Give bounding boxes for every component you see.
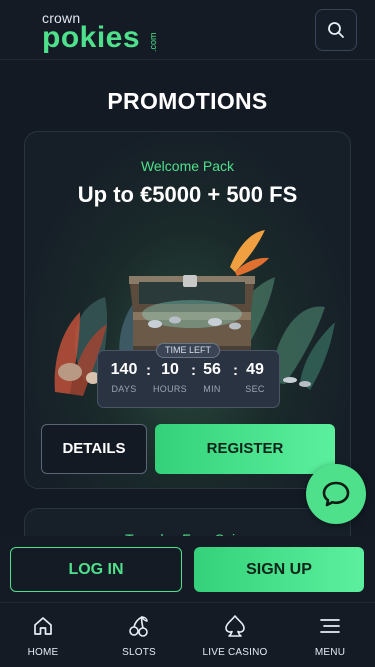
timer-sec: 49 SEC — [235, 361, 275, 394]
timer-hours-value: 10 — [161, 361, 179, 378]
top-header: crown pokies .com — [0, 0, 375, 60]
nav-item-live-casino[interactable]: LIVE CASINO — [190, 613, 280, 658]
menu-icon — [320, 619, 340, 633]
cherries-icon — [129, 616, 148, 637]
logo-com-text: .com — [148, 32, 158, 52]
logo-pokies-text: pokies — [42, 21, 141, 54]
search-button[interactable] — [315, 9, 357, 51]
spade-icon — [225, 615, 245, 637]
timer-min-value: 56 — [203, 361, 221, 378]
timer-days-label: DAYS — [111, 384, 137, 394]
auth-bar: LOG IN SIGN UP — [0, 536, 375, 602]
timer-hours: 10 HOURS — [150, 361, 190, 394]
timer-days-value: 140 — [110, 361, 138, 378]
bottom-navigation: HOME SLOTS LIVE CASINO MENU — [0, 602, 375, 667]
promo-card-welcome-pack: Welcome Pack Up to €5000 + 500 FS TIME L… — [24, 131, 351, 489]
crownpokies-logo[interactable]: crown pokies .com — [42, 10, 162, 54]
nav-label-home: HOME — [27, 647, 59, 658]
nav-item-home[interactable]: HOME — [0, 613, 88, 658]
nav-item-slots[interactable]: SLOTS — [94, 613, 184, 658]
nav-label-live-casino: LIVE CASINO — [202, 647, 268, 658]
timer-min: 56 MIN — [192, 361, 232, 394]
nav-item-menu[interactable]: MENU — [285, 613, 375, 658]
register-button[interactable]: REGISTER — [155, 424, 335, 474]
home-icon — [34, 617, 52, 635]
timer-min-label: MIN — [203, 384, 221, 394]
timer-sec-value: 49 — [246, 361, 264, 378]
timer-hours-label: HOURS — [152, 384, 187, 394]
search-icon — [328, 22, 344, 38]
chat-bubble-icon — [322, 481, 350, 507]
countdown-timer: TIME LEFT 140 DAYS : 10 HOURS : 56 MIN :… — [97, 343, 280, 408]
live-chat-button[interactable] — [306, 464, 366, 524]
timer-days: 140 DAYS — [104, 361, 144, 394]
timer-label: TIME LEFT — [156, 343, 220, 358]
timer-sec-label: SEC — [245, 384, 265, 394]
promo-subtitle: Welcome Pack — [140, 158, 235, 174]
details-button[interactable]: DETAILS — [41, 424, 147, 474]
login-button[interactable]: LOG IN — [10, 547, 182, 592]
promo-title: Up to €5000 + 500 FS — [77, 182, 298, 207]
nav-label-menu: MENU — [314, 647, 346, 658]
page-title: PROMOTIONS — [107, 88, 268, 114]
nav-label-slots: SLOTS — [122, 647, 156, 658]
signup-button[interactable]: SIGN UP — [194, 547, 364, 592]
